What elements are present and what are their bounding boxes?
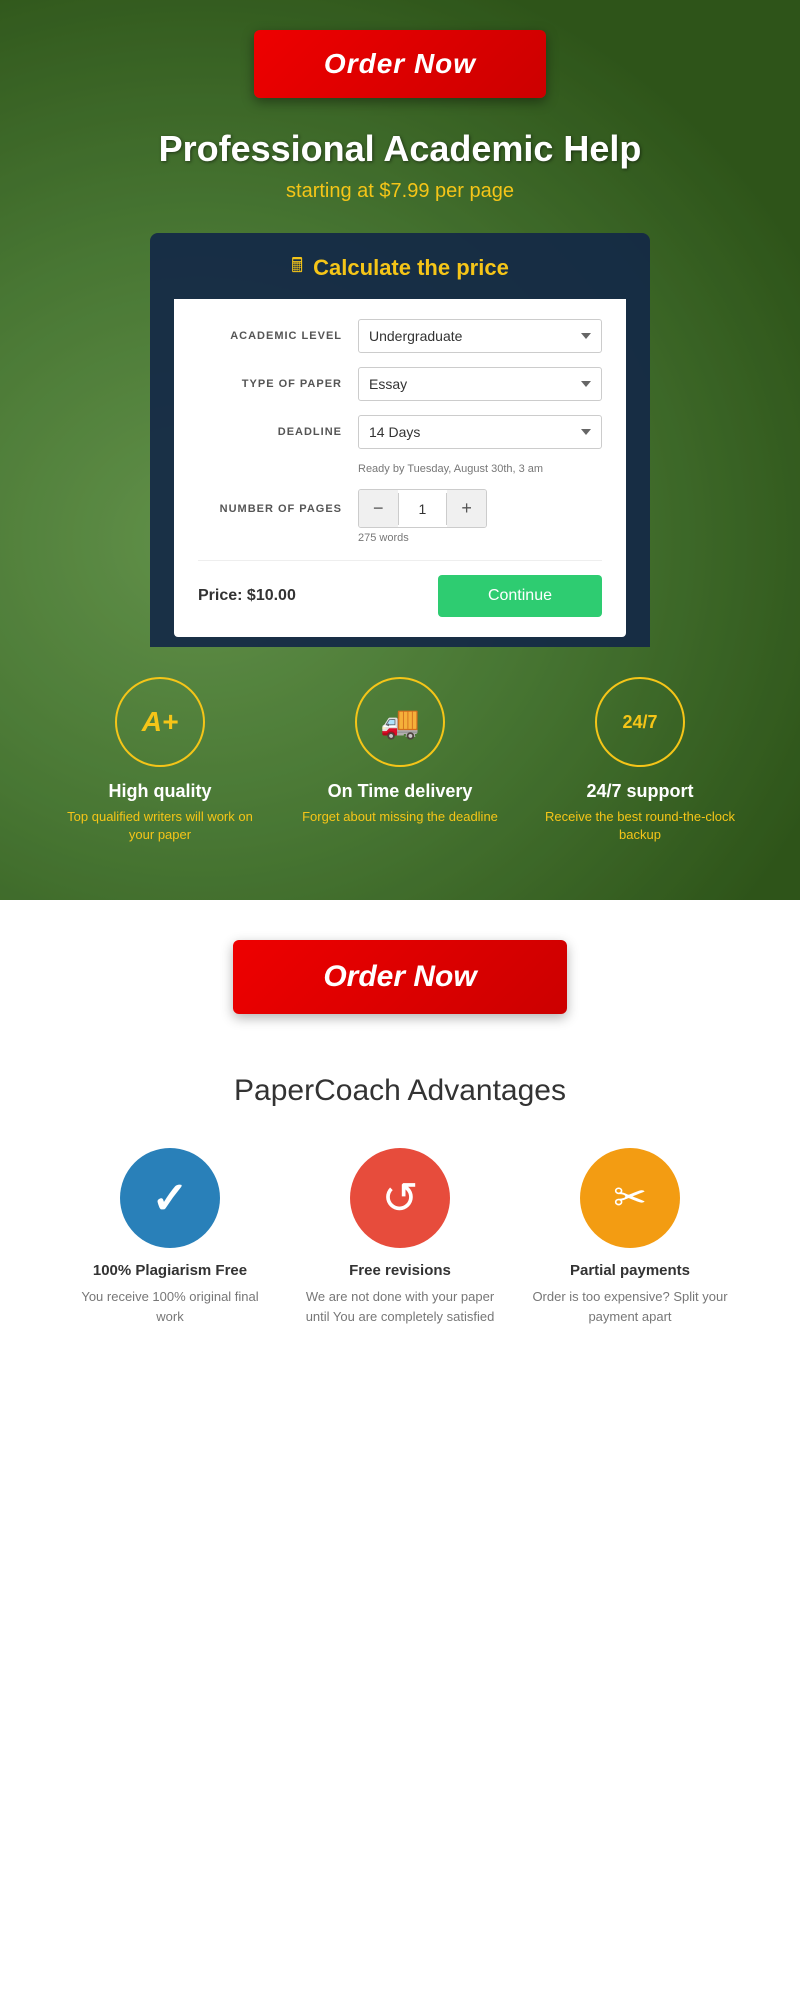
- calculator-form: ACADEMIC LEVEL Undergraduate High School…: [174, 299, 626, 637]
- calculator-title: Calculate the price: [313, 255, 509, 281]
- continue-button[interactable]: Continue: [438, 575, 602, 617]
- payments-icon-circle: ✂: [580, 1148, 680, 1248]
- plagiarism-desc: You receive 100% original final work: [70, 1287, 270, 1326]
- deadline-select[interactable]: 14 Days 3 Hours 6 Hours 12 Hours 24 Hour…: [358, 415, 602, 449]
- feature-quality: A+ High quality Top qualified writers wi…: [40, 677, 280, 844]
- revisions-icon: ↺: [382, 1173, 419, 1224]
- support-icon: 24/7: [622, 712, 657, 733]
- plagiarism-icon: ✓: [152, 1173, 189, 1224]
- deadline-label: DEADLINE: [198, 426, 358, 438]
- support-icon-circle: 24/7: [595, 677, 685, 767]
- delivery-icon: 🚚: [380, 703, 420, 741]
- support-desc: Receive the best round-the-clock backup: [540, 808, 740, 844]
- calculator-header: 🖩 Calculate the price: [174, 251, 626, 285]
- pages-value: 1: [398, 493, 448, 525]
- advantages-section: PaperCoach Advantages ✓ 100% Plagiarism …: [0, 1054, 800, 1386]
- footer-spacer: [0, 1386, 800, 1786]
- academic-level-select[interactable]: Undergraduate High School Master Ph.D: [358, 319, 602, 353]
- delivery-icon-circle: 🚚: [355, 677, 445, 767]
- calculator-icon: 🖩: [291, 251, 303, 285]
- revisions-title: Free revisions: [349, 1262, 451, 1279]
- support-title: 24/7 support: [586, 781, 693, 802]
- hero-section: Order Now Professional Academic Help sta…: [0, 0, 800, 900]
- revisions-desc: We are not done with your paper until Yo…: [300, 1287, 500, 1326]
- pages-increment-button[interactable]: +: [447, 490, 486, 527]
- advantage-plagiarism: ✓ 100% Plagiarism Free You receive 100% …: [70, 1148, 270, 1326]
- calculator-box: 🖩 Calculate the price ACADEMIC LEVEL Und…: [150, 233, 650, 647]
- quality-icon-circle: A+: [115, 677, 205, 767]
- paper-type-label: TYPE OF PAPER: [198, 378, 358, 390]
- advantages-grid: ✓ 100% Plagiarism Free You receive 100% …: [40, 1148, 760, 1326]
- paper-type-select[interactable]: Essay Research Paper Term Paper Thesis D…: [358, 367, 602, 401]
- price-display: Price: $10.00: [198, 587, 296, 605]
- revisions-icon-circle: ↺: [350, 1148, 450, 1248]
- academic-level-label: ACADEMIC LEVEL: [198, 330, 358, 342]
- quality-title: High quality: [109, 781, 212, 802]
- pages-control: − 1 +: [358, 489, 487, 528]
- payments-desc: Order is too expensive? Split your payme…: [530, 1287, 730, 1326]
- deadline-sublabel: Ready by Tuesday, August 30th, 3 am: [358, 463, 602, 475]
- deadline-row: DEADLINE 14 Days 3 Hours 6 Hours 12 Hour…: [198, 415, 602, 449]
- hero-content: Order Now Professional Academic Help sta…: [20, 30, 780, 884]
- quality-desc: Top qualified writers will work on your …: [60, 808, 260, 844]
- pages-label: NUMBER OF PAGES: [198, 503, 358, 515]
- plagiarism-title: 100% Plagiarism Free: [93, 1262, 247, 1279]
- features-section: A+ High quality Top qualified writers wi…: [20, 647, 780, 884]
- payments-icon: ✂: [613, 1175, 647, 1221]
- pages-sublabel: 275 words: [358, 532, 602, 544]
- pages-row: NUMBER OF PAGES − 1 +: [198, 489, 602, 528]
- quality-icon: A+: [142, 706, 179, 738]
- feature-support: 24/7 24/7 support Receive the best round…: [520, 677, 760, 844]
- paper-type-row: TYPE OF PAPER Essay Research Paper Term …: [198, 367, 602, 401]
- advantage-payments: ✂ Partial payments Order is too expensiv…: [530, 1148, 730, 1326]
- feature-delivery: 🚚 On Time delivery Forget about missing …: [280, 677, 520, 844]
- price-row: Price: $10.00 Continue: [198, 560, 602, 617]
- delivery-desc: Forget about missing the deadline: [302, 808, 498, 826]
- delivery-title: On Time delivery: [328, 781, 473, 802]
- advantage-revisions: ↺ Free revisions We are not done with yo…: [300, 1148, 500, 1326]
- academic-level-row: ACADEMIC LEVEL Undergraduate High School…: [198, 319, 602, 353]
- order-now-button-bottom[interactable]: Order Now: [233, 940, 566, 1014]
- payments-title: Partial payments: [570, 1262, 690, 1279]
- order-section: Order Now: [0, 900, 800, 1054]
- plagiarism-icon-circle: ✓: [120, 1148, 220, 1248]
- hero-title: Professional Academic Help: [159, 128, 642, 170]
- hero-subtitle: starting at $7.99 per page: [286, 180, 514, 203]
- order-now-button-top[interactable]: Order Now: [254, 30, 546, 98]
- advantages-title: PaperCoach Advantages: [40, 1074, 760, 1108]
- pages-decrement-button[interactable]: −: [359, 490, 398, 527]
